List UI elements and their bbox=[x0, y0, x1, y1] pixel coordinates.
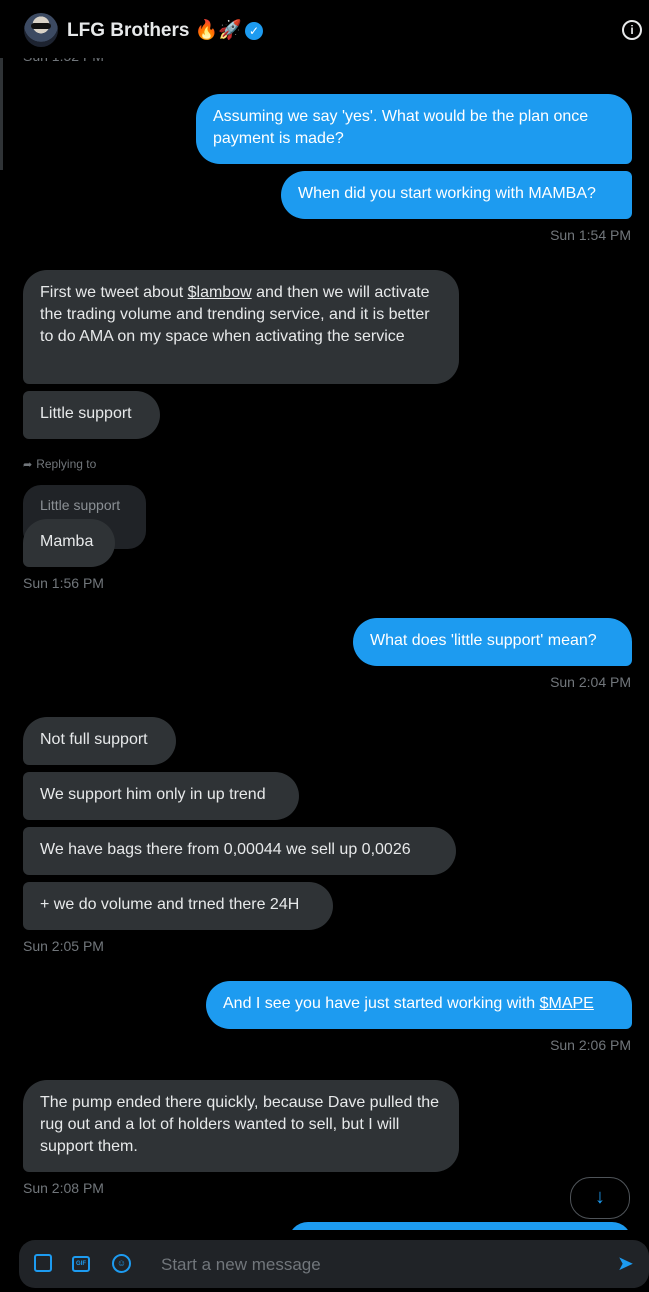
incoming-message[interactable]: We support him only in up trend bbox=[23, 772, 299, 820]
gif-icon[interactable]: GIF bbox=[72, 1256, 90, 1272]
message-text: First we tweet about bbox=[40, 284, 188, 301]
incoming-message[interactable]: We have bags there from 0,00044 we sell … bbox=[23, 827, 456, 875]
replying-to-label: ➦ Replying to bbox=[23, 457, 96, 471]
cashtag-link[interactable]: $MAPE bbox=[540, 995, 594, 1012]
replying-to-text: Replying to bbox=[36, 457, 97, 471]
incoming-message[interactable]: The pump ended there quickly, because Da… bbox=[23, 1080, 459, 1172]
message-feed[interactable]: Sun 1:52 PM Assuming we say 'yes'. What … bbox=[0, 0, 649, 1240]
conversation-title[interactable]: LFG Brothers 🔥🚀 ✓ bbox=[67, 18, 264, 42]
incoming-message[interactable]: Little support bbox=[23, 391, 160, 439]
cashtag-link[interactable]: $lambow bbox=[188, 284, 252, 301]
reply-arrow-icon: ➦ bbox=[23, 459, 33, 471]
incoming-message[interactable]: Mamba bbox=[23, 519, 115, 567]
verified-badge-icon: ✓ bbox=[245, 22, 264, 40]
conversation-header: LFG Brothers 🔥🚀 ✓ i bbox=[0, 0, 649, 58]
timestamp: Sun 2:05 PM bbox=[23, 938, 104, 954]
message-composer: GIF ☺ ➤ bbox=[19, 1240, 649, 1288]
message-text: And I see you have just started working … bbox=[223, 995, 540, 1012]
message-input[interactable] bbox=[159, 1251, 603, 1279]
timestamp: Sun 1:54 PM bbox=[550, 227, 631, 243]
incoming-message[interactable]: First we tweet about $lambow and then we… bbox=[23, 270, 459, 384]
timestamp: Sun 2:08 PM bbox=[23, 1180, 104, 1196]
incoming-message[interactable]: Not full support bbox=[23, 717, 176, 765]
timestamp: Sun 2:06 PM bbox=[550, 1037, 631, 1053]
timestamp: Sun 2:04 PM bbox=[550, 674, 631, 690]
timestamp: Sun 1:56 PM bbox=[23, 575, 104, 591]
send-icon[interactable]: ➤ bbox=[617, 1251, 634, 1276]
emoji-picker-icon[interactable]: ☺ bbox=[112, 1254, 131, 1273]
scroll-to-bottom-button[interactable]: ↓ bbox=[570, 1177, 630, 1219]
outgoing-message[interactable]: When did you start working with MAMBA? bbox=[281, 171, 632, 219]
info-icon[interactable]: i bbox=[622, 20, 642, 40]
emoji-decoration: 🔥🚀 bbox=[194, 20, 243, 41]
account-name: LFG Brothers bbox=[67, 20, 190, 41]
outgoing-message[interactable]: What does 'little support' mean? bbox=[353, 618, 632, 666]
incoming-message[interactable]: + we do volume and trned there 24H bbox=[23, 882, 333, 930]
outgoing-message[interactable]: And I see you have just started working … bbox=[206, 981, 632, 1029]
image-upload-icon[interactable] bbox=[34, 1254, 52, 1272]
avatar[interactable] bbox=[24, 13, 58, 47]
outgoing-message[interactable]: Assuming we say 'yes'. What would be the… bbox=[196, 94, 632, 164]
